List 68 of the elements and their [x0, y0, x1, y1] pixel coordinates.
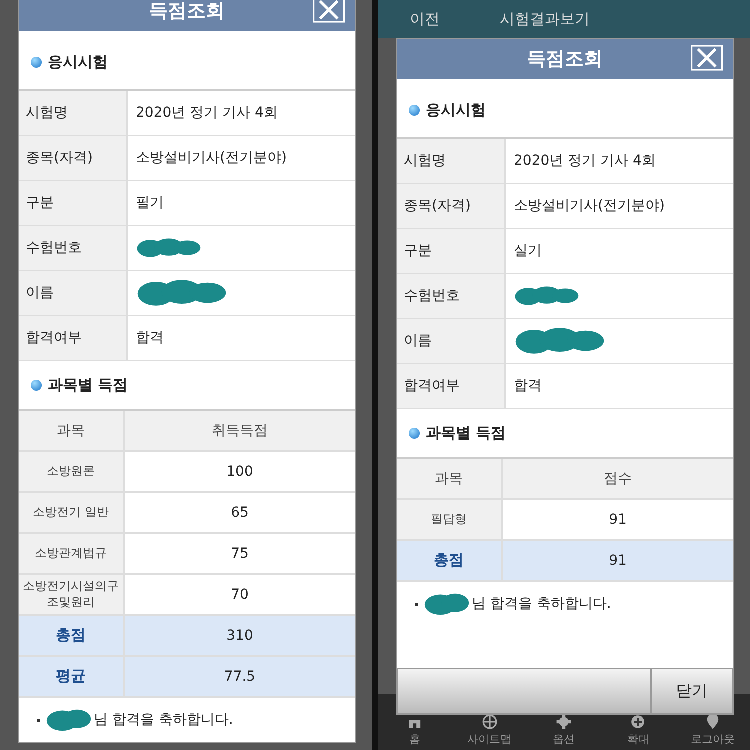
bullet-icon — [409, 428, 420, 438]
redaction-mark — [424, 592, 470, 616]
column-header: 과목 — [397, 459, 503, 498]
nav-item[interactable]: 사이트맵 — [452, 694, 527, 750]
redaction-mark — [46, 708, 92, 732]
table-cell: 총점 — [19, 616, 125, 656]
field-label: 합격여부 — [19, 316, 128, 360]
bullet-icon — [409, 104, 420, 116]
field-value: 합격 — [136, 329, 164, 347]
table-cell-text: 310 — [226, 626, 254, 646]
field-label: 시험명 — [397, 139, 506, 183]
column-header: 취득득점 — [211, 422, 269, 440]
nav-item[interactable]: 홈 — [378, 694, 452, 750]
back-link[interactable]: 이전 — [410, 10, 440, 28]
section-heading: 과목별 득점 — [426, 424, 506, 442]
table-cell-text: 91 — [608, 510, 628, 530]
field-label: 구분 — [19, 181, 128, 225]
column-header: 점수 — [603, 470, 633, 488]
nav-item[interactable]: 옵션 — [526, 694, 602, 750]
field-label: 시험명 — [19, 91, 128, 135]
pin-icon — [704, 714, 721, 730]
table-cell: 총점 — [397, 541, 503, 580]
table-cell: 소방관계법규 — [19, 534, 125, 573]
field-label: 이름 — [19, 271, 128, 315]
table-cell: 소방원론 — [19, 452, 125, 491]
bullet-icon — [31, 380, 42, 390]
field-value: 2020년 정기 기사 4회 — [136, 104, 278, 122]
congratulation-message: 님 합격을 축하합니다. — [94, 711, 234, 730]
field-label: 종목(자격) — [397, 184, 506, 228]
close-button[interactable]: 닫기 — [651, 668, 733, 714]
bullet-icon — [415, 602, 418, 606]
table-cell-text: 65 — [230, 504, 250, 522]
field-label: 합격여부 — [397, 364, 506, 408]
field-value: 소방설비기사(전기분야) — [136, 149, 287, 167]
table-cell-text: 75 — [230, 544, 250, 564]
table-cell: 필답형 — [397, 500, 503, 539]
field-value: 소방설비기사(전기분야) — [514, 197, 665, 215]
field-label: 이름 — [397, 319, 506, 363]
congratulation-message: 님 합격을 축하합니다. — [472, 595, 612, 613]
column-header: 과목 — [19, 411, 125, 450]
field-label: 구분 — [397, 229, 506, 273]
close-icon[interactable] — [691, 43, 723, 73]
field-label: 수험번호 — [397, 274, 506, 318]
table-cell-text: 77.5 — [223, 668, 257, 687]
field-label: 수험번호 — [19, 226, 128, 270]
page-title: 시험결과보기 — [500, 10, 590, 28]
close-icon[interactable] — [313, 0, 345, 25]
field-value: 2020년 정기 기사 4회 — [514, 152, 656, 170]
gear-icon — [556, 714, 572, 730]
field-label: 종목(자격) — [19, 136, 128, 180]
field-value: 합격 — [514, 377, 542, 395]
table-cell-text: 70 — [230, 586, 250, 605]
table-cell: 소방전기시설의구조및원리 — [19, 575, 125, 614]
section-heading: 응시시험 — [426, 100, 486, 120]
table-cell-text: 100 — [226, 462, 254, 482]
bullet-icon — [37, 718, 40, 722]
dialog-title: 득점조회 — [527, 47, 603, 72]
globe-icon — [482, 714, 498, 730]
dialog-title: 득점조회 — [149, 0, 225, 24]
plus-icon — [630, 714, 646, 730]
section-heading: 과목별 득점 — [48, 376, 128, 394]
bullet-icon — [31, 56, 42, 68]
table-cell: 평균 — [19, 657, 125, 696]
field-value: 필기 — [136, 194, 164, 212]
table-cell: 소방전기 일반 — [19, 493, 125, 532]
field-value: 실기 — [514, 242, 542, 260]
section-heading: 응시시험 — [48, 52, 108, 72]
table-cell-text: 91 — [608, 552, 628, 570]
